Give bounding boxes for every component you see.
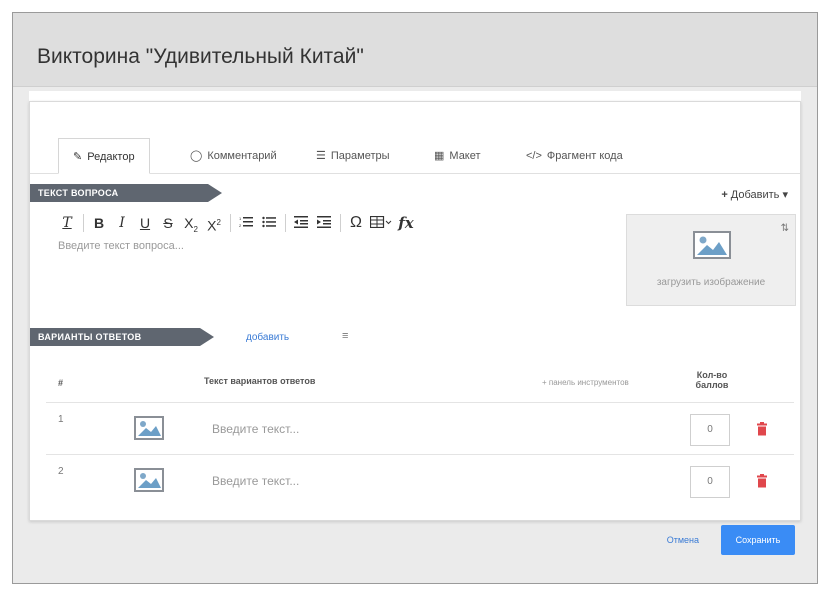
sliders-icon: ☰ bbox=[316, 150, 326, 162]
editor-section: Текст вопроса + Добавить ▾ T B I U S X2 X… bbox=[30, 174, 800, 520]
tab-label: Параметры bbox=[330, 150, 390, 162]
add-label: Добавить bbox=[730, 189, 780, 201]
toolbar-separator bbox=[230, 214, 231, 232]
special-char-icon[interactable]: Ω bbox=[347, 213, 365, 233]
column-header-text: Текст вариантов ответов bbox=[204, 376, 316, 386]
editor-dialog: ✎ Редактор ◯ Комментарий ☰ Параметры ▦ Макет… bbox=[29, 101, 801, 521]
outdent-icon[interactable] bbox=[292, 213, 310, 233]
toolbar-separator bbox=[83, 214, 84, 232]
row-divider bbox=[46, 454, 794, 455]
tab-comment[interactable]: ◯ Комментарий bbox=[176, 138, 291, 174]
underline-button[interactable]: U bbox=[136, 213, 154, 233]
italic-button[interactable]: I bbox=[113, 213, 131, 233]
toolbar-separator bbox=[340, 214, 341, 232]
column-header-number: # bbox=[58, 378, 64, 388]
answer-text-input[interactable]: Введите текст... bbox=[212, 474, 299, 488]
list-menu-icon[interactable]: ≡ bbox=[342, 330, 348, 342]
tab-label: Комментарий bbox=[207, 150, 277, 162]
tab-label: Редактор bbox=[87, 151, 135, 163]
subscript-button[interactable]: X2 bbox=[182, 213, 200, 234]
upload-label: загрузить изображение bbox=[656, 277, 766, 288]
question-text-input[interactable]: Введите текст вопроса... bbox=[58, 240, 598, 300]
bulleted-list-icon[interactable] bbox=[260, 213, 278, 233]
score-input[interactable]: 0 bbox=[690, 414, 730, 446]
image-icon bbox=[693, 231, 731, 259]
answers-section-label: Варианты ответов bbox=[30, 328, 200, 346]
edit-icon: ✎ bbox=[73, 151, 83, 163]
window-header: Викторина "Удивительный Китай" bbox=[13, 13, 817, 87]
tab-editor[interactable]: ✎ Редактор bbox=[58, 138, 150, 174]
page-title: Викторина "Удивительный Китай" bbox=[37, 45, 364, 68]
svg-text:2: 2 bbox=[239, 223, 242, 228]
numbered-list-icon[interactable]: 12 bbox=[237, 213, 255, 233]
tab-label: Макет bbox=[449, 150, 481, 162]
save-button[interactable]: Сохранить bbox=[721, 525, 795, 555]
answer-image-icon[interactable] bbox=[134, 468, 164, 492]
answer-text-input[interactable]: Введите текст... bbox=[212, 422, 299, 436]
white-band bbox=[29, 91, 801, 101]
tab-code-fragment[interactable]: </> Фрагмент кода bbox=[512, 138, 637, 174]
column-header-score: Кол-во баллов bbox=[695, 370, 729, 390]
body-area: ✎ Редактор ◯ Комментарий ☰ Параметры ▦ Макет… bbox=[13, 87, 817, 583]
rich-text-toolbar: T B I U S X2 X2 12 Ω fx bbox=[58, 212, 420, 234]
tab-bar: ✎ Редактор ◯ Комментарий ☰ Параметры ▦ Макет… bbox=[30, 138, 800, 174]
table-icon[interactable] bbox=[369, 213, 392, 233]
chevron-down-icon: ▾ bbox=[782, 189, 788, 201]
superscript-button[interactable]: X2 bbox=[205, 213, 223, 234]
clear-format-icon[interactable]: T bbox=[58, 213, 76, 233]
answer-image-icon[interactable] bbox=[134, 416, 164, 440]
answer-number: 2 bbox=[58, 466, 64, 477]
tab-parameters[interactable]: ☰ Параметры bbox=[302, 138, 404, 174]
plus-icon: + bbox=[721, 189, 728, 201]
row-divider bbox=[46, 402, 794, 403]
tab-layout[interactable]: ▦ Макет bbox=[420, 138, 495, 174]
tab-label: Фрагмент кода bbox=[546, 150, 623, 162]
formula-icon[interactable]: fx bbox=[397, 213, 415, 233]
code-icon: </> bbox=[526, 150, 542, 162]
bold-button[interactable]: B bbox=[90, 213, 108, 233]
answer-number: 1 bbox=[58, 414, 64, 425]
comment-icon: ◯ bbox=[190, 150, 203, 162]
quiz-window: Викторина "Удивительный Китай" ✎ Редактор… bbox=[12, 12, 818, 584]
toolbar-panel-link[interactable]: + панель инструментов bbox=[542, 378, 629, 387]
cancel-button[interactable]: Отмена bbox=[667, 535, 699, 545]
add-dropdown-button[interactable]: + Добавить ▾ bbox=[721, 188, 788, 201]
layout-icon: ▦ bbox=[434, 150, 445, 162]
crop-icon[interactable]: ⇅ bbox=[781, 223, 789, 234]
add-answer-link[interactable]: добавить bbox=[246, 332, 289, 343]
trash-icon[interactable] bbox=[756, 474, 768, 488]
strikethrough-button[interactable]: S bbox=[159, 213, 177, 233]
indent-icon[interactable] bbox=[315, 213, 333, 233]
question-section-label: Текст вопроса bbox=[30, 184, 208, 202]
trash-icon[interactable] bbox=[756, 422, 768, 436]
image-upload-box[interactable]: ⇅ загрузить изображение bbox=[626, 214, 796, 306]
toolbar-separator bbox=[285, 214, 286, 232]
svg-text:1: 1 bbox=[239, 216, 242, 221]
score-input[interactable]: 0 bbox=[690, 466, 730, 498]
